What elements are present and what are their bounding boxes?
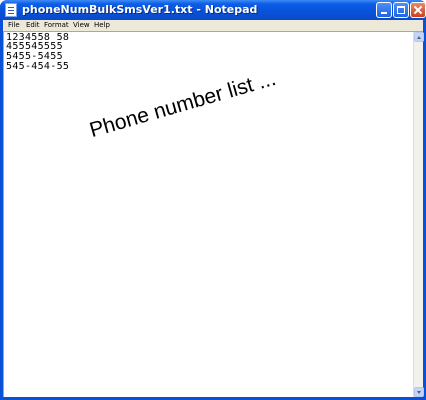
notepad-icon[interactable] [5,3,17,17]
arrow-down-icon [417,391,421,394]
vertical-scrollbar[interactable] [413,32,424,397]
menu-view[interactable]: View [73,21,90,29]
client-area: 1234558 58 455545555 5455-5455 545-454-5… [3,31,424,397]
text-line: 545-454-55 [6,61,70,72]
menu-file[interactable]: File [8,21,20,29]
close-button[interactable] [410,2,426,18]
title-bar[interactable]: phoneNumBulkSmsVer1.txt - Notepad [0,0,426,20]
minimize-icon [381,12,387,14]
maximize-button[interactable] [393,2,409,18]
scroll-up-button[interactable] [414,32,424,42]
menu-edit[interactable]: Edit [26,21,40,29]
menu-help[interactable]: Help [94,21,110,29]
close-icon [411,3,425,17]
text-editor[interactable]: 1234558 58 455545555 5455-5455 545-454-5… [4,32,414,397]
arrow-up-icon [417,36,421,39]
annotation-text: Phone number list ... [87,66,279,143]
window-title: phoneNumBulkSmsVer1.txt - Notepad [22,3,258,16]
maximize-icon [397,6,405,14]
menu-bar: File Edit Format View Help [3,20,423,31]
notepad-window: phoneNumBulkSmsVer1.txt - Notepad File E… [0,0,426,400]
menu-format[interactable]: Format [44,21,69,29]
minimize-button[interactable] [376,2,392,18]
scroll-down-button[interactable] [414,387,424,397]
